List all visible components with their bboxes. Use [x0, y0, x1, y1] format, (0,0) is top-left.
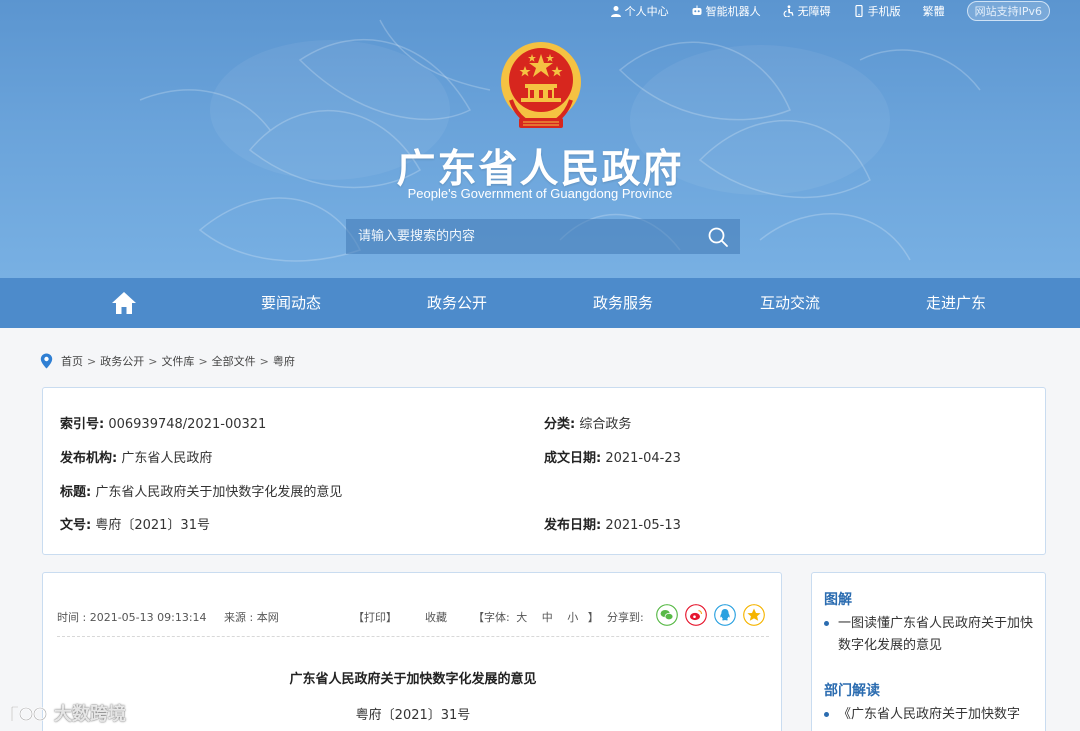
search-icon — [708, 227, 728, 247]
top-utility-bar: 个人中心 智能机器人 无障碍 手机版 繁體 网站支持IPv6 — [610, 0, 1050, 22]
site-header: 个人中心 智能机器人 无障碍 手机版 繁體 网站支持IPv6 广东省人民政府 P… — [0, 0, 1080, 278]
font-small-button[interactable]: 小 — [567, 611, 578, 624]
share-label: 分享到: — [607, 611, 644, 624]
favorite-button[interactable]: 收藏 — [425, 609, 447, 625]
weibo-icon[interactable] — [685, 604, 707, 626]
info-issuer: 发布机构: 广东省人民政府 — [60, 447, 212, 466]
mobile-link[interactable]: 手机版 — [853, 3, 901, 19]
info-written-date: 成文日期: 2021-04-23 — [544, 447, 681, 466]
font-medium-button[interactable]: 中 — [542, 611, 553, 624]
nav-item-interaction[interactable]: 互动交流 — [760, 278, 820, 328]
side-section-dept-interpretation-title: 部门解读 — [824, 683, 880, 699]
home-icon[interactable] — [110, 290, 138, 316]
font-size-control: 【字体: 大 中 小 】 — [473, 609, 599, 625]
info-written-value: 2021-04-23 — [605, 451, 681, 466]
info-document-number: 文号: 粤府〔2021〕31号 — [60, 514, 210, 533]
info-index-key: 索引号: — [60, 417, 105, 432]
breadcrumb-yuefu[interactable]: 粤府 — [273, 353, 295, 369]
info-issuer-key: 发布机构: — [60, 451, 118, 466]
info-published-date: 发布日期: 2021-05-13 — [544, 514, 681, 533]
article-title: 广东省人民政府关于加快数字化发展的意见 — [289, 672, 537, 687]
article-document-number: 粤府〔2021〕31号 — [355, 708, 471, 723]
qq-icon[interactable] — [714, 604, 736, 626]
info-title: 标题: 广东省人民政府关于加快数字化发展的意见 — [60, 481, 342, 500]
info-issuer-value: 广东省人民政府 — [121, 451, 213, 466]
breadcrumb-separator: > — [198, 354, 208, 368]
info-index-value: 006939748/2021-00321 — [108, 417, 267, 432]
nav-item-about-guangdong[interactable]: 走进广东 — [926, 278, 986, 328]
font-large-button[interactable]: 大 — [516, 611, 527, 624]
breadcrumb-separator: > — [148, 354, 158, 368]
mobile-icon — [855, 5, 863, 17]
robot-label: 智能机器人 — [705, 5, 761, 18]
mobile-label: 手机版 — [867, 5, 901, 18]
info-published-key: 发布日期: — [544, 518, 602, 533]
nav-item-gov-affairs-open[interactable]: 政务公开 — [427, 278, 487, 328]
accessibility-label: 无障碍 — [797, 5, 831, 18]
article-time: 时间 : 2021-05-13 09:13:14 — [57, 611, 207, 624]
info-title-value: 广东省人民政府关于加快数字化发展的意见 — [95, 485, 343, 500]
font-size-label: 【字体: — [473, 611, 510, 624]
info-index-number: 索引号: 006939748/2021-00321 — [60, 413, 266, 432]
search-input[interactable] — [346, 219, 696, 254]
national-emblem-icon — [501, 42, 581, 129]
breadcrumb-gov-affairs-open[interactable]: 政务公开 — [100, 353, 144, 369]
info-title-key: 标题: — [60, 485, 92, 500]
font-size-close: 】 — [587, 611, 599, 624]
main-nav: 要闻动态 政务公开 政务服务 互动交流 走进广东 — [0, 278, 1080, 328]
article-source: 来源 : 本网 — [224, 611, 279, 624]
traditional-chinese-label: 繁體 — [922, 5, 945, 18]
robot-icon — [692, 5, 702, 15]
info-category: 分类: 综合政务 — [544, 413, 631, 432]
user-icon — [610, 6, 621, 17]
breadcrumb: 首页 > 政务公开 > 文件库 > 全部文件 > 粤府 — [40, 352, 295, 370]
related-side-panel: 图解 一图读懂广东省人民政府关于加快数字化发展的意见 部门解读 《广东省人民政府… — [811, 572, 1046, 731]
info-category-key: 分类: — [544, 417, 576, 432]
side-section-illustrated-title: 图解 — [824, 592, 852, 608]
article-divider — [57, 636, 769, 637]
side-link-illustrated[interactable]: 一图读懂广东省人民政府关于加快数字化发展的意见 — [824, 613, 1038, 657]
breadcrumb-separator: > — [259, 354, 269, 368]
search-bar — [346, 219, 740, 254]
site-subtitle: People's Government of Guangdong Provinc… — [407, 186, 673, 201]
info-published-value: 2021-05-13 — [605, 518, 681, 533]
document-info-box: 索引号: 006939748/2021-00321 分类: 综合政务 发布机构:… — [42, 387, 1046, 555]
breadcrumb-file-library[interactable]: 文件库 — [161, 353, 194, 369]
breadcrumb-home[interactable]: 首页 — [61, 353, 83, 369]
accessibility-icon — [783, 5, 794, 17]
nav-item-gov-services[interactable]: 政务服务 — [593, 278, 653, 328]
ipv6-badge: 网站支持IPv6 — [966, 1, 1050, 21]
info-category-value: 综合政务 — [579, 417, 632, 432]
side-link-dept-interpretation[interactable]: 《广东省人民政府关于加快数字 — [824, 704, 1038, 726]
info-docno-key: 文号: — [60, 518, 92, 533]
robot-link[interactable]: 智能机器人 — [691, 3, 761, 19]
user-center-link[interactable]: 个人中心 — [610, 3, 669, 19]
qzone-icon[interactable] — [743, 604, 765, 626]
breadcrumb-separator: > — [87, 354, 97, 368]
traditional-chinese-link[interactable]: 繁體 — [923, 3, 945, 19]
print-button[interactable]: 【打印】 — [353, 609, 397, 625]
location-pin-icon — [40, 353, 53, 369]
user-center-label: 个人中心 — [624, 5, 669, 18]
info-docno-value: 粤府〔2021〕31号 — [95, 518, 210, 533]
watermark: 大数跨境 — [8, 700, 126, 726]
accessibility-link[interactable]: 无障碍 — [783, 3, 831, 19]
wechat-icon[interactable] — [656, 604, 678, 626]
breadcrumb-all-files[interactable]: 全部文件 — [212, 353, 256, 369]
article-meta: 时间 : 2021-05-13 09:13:14 来源 : 本网 — [57, 609, 279, 625]
info-written-key: 成文日期: — [544, 451, 602, 466]
watermark-logo-icon — [11, 706, 47, 721]
watermark-text: 大数跨境 — [54, 704, 126, 725]
nav-item-news[interactable]: 要闻动态 — [261, 278, 321, 328]
search-button[interactable] — [696, 219, 740, 254]
article-card: 时间 : 2021-05-13 09:13:14 来源 : 本网 【打印】 收藏… — [42, 572, 782, 731]
